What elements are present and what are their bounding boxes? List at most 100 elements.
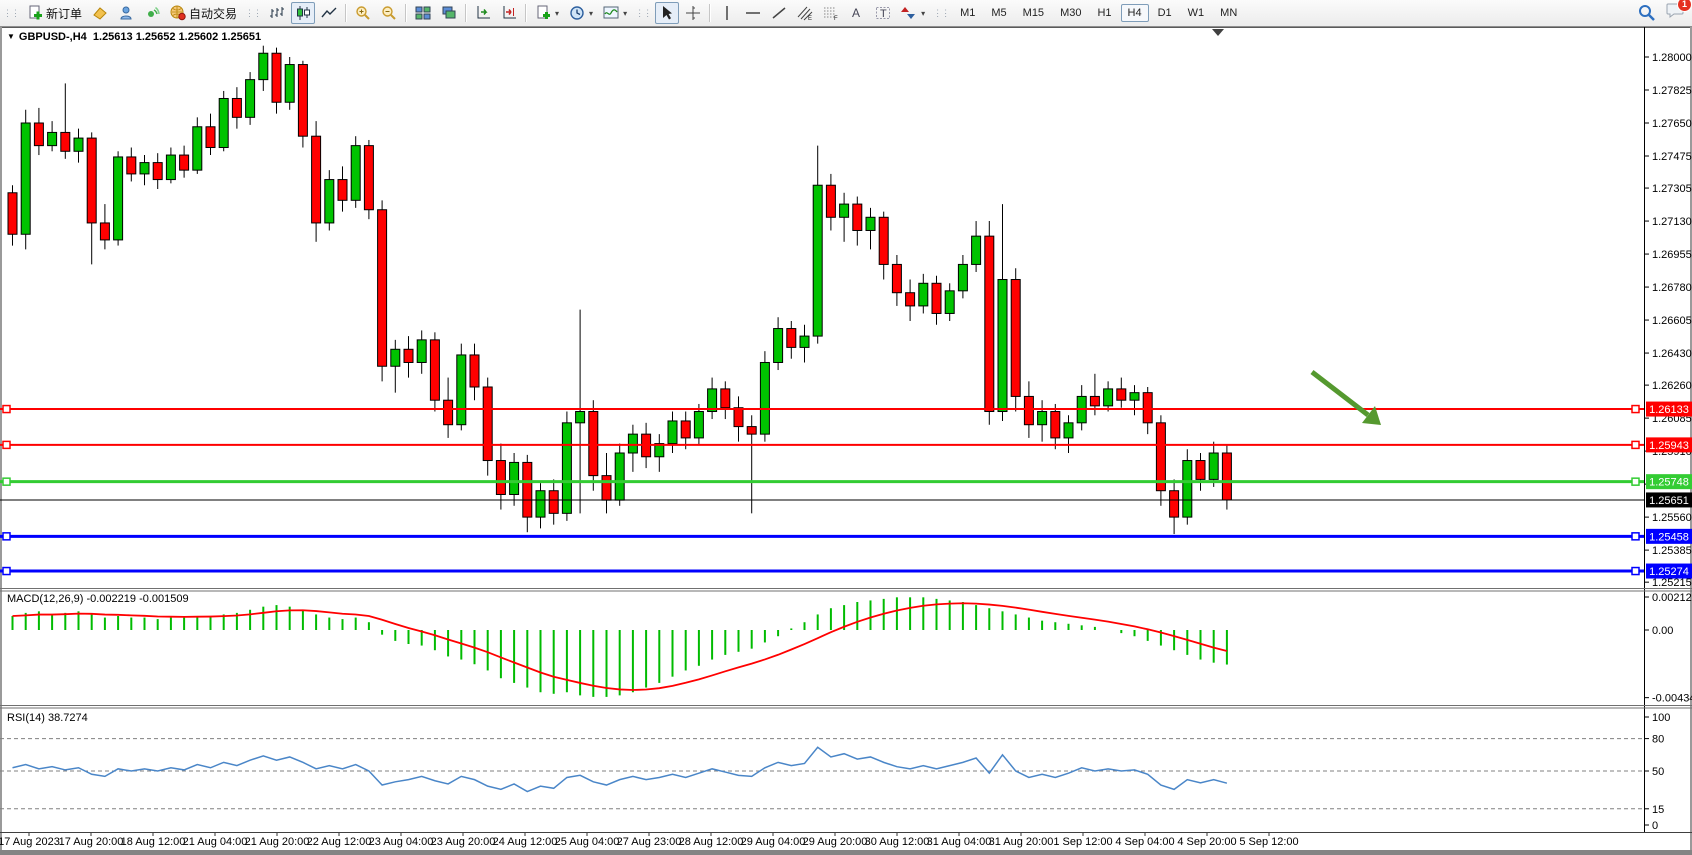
timeframe-h1-button[interactable]: H1 (1090, 4, 1118, 22)
time-axis-label: 31 Aug 20:00 (989, 836, 1054, 848)
fibonacci-icon: F (823, 5, 839, 21)
search-icon[interactable] (1638, 4, 1656, 22)
hline-handle[interactable] (1632, 533, 1639, 540)
price-tick-label: 1.25385 (1652, 545, 1692, 557)
auto-trading-button[interactable]: 自动交易 (166, 2, 241, 24)
chart-symbol-period: GBPUSD-,H4 (19, 31, 87, 43)
tile-windows-button[interactable] (411, 2, 435, 24)
new-order-label: 新订单 (46, 5, 82, 22)
indicators-icon (603, 5, 619, 21)
text-label-tool-button[interactable]: T (871, 2, 895, 24)
arrows-objects-button[interactable]: ▾ (897, 2, 929, 24)
new-order-button[interactable]: 新订单 (23, 2, 86, 24)
timeframe-m1-button[interactable]: M1 (953, 4, 982, 22)
time-axis-label: 17 Aug 2023 (0, 836, 60, 848)
one-click-trading-toggle[interactable]: ▼ (7, 32, 15, 41)
cursor-tool-button[interactable] (655, 2, 679, 24)
zoom-in-button[interactable] (351, 2, 375, 24)
horizontal-line-tool-button[interactable] (741, 2, 765, 24)
indicators-button[interactable]: ▾ (599, 2, 631, 24)
text-tool-icon: A (849, 5, 865, 21)
timeframe-m15-button[interactable]: M15 (1016, 4, 1051, 22)
cascade-windows-button[interactable] (437, 2, 461, 24)
toolbar-grip[interactable]: ⋮⋮ (245, 8, 261, 19)
periods-dropdown-caret[interactable]: ▾ (589, 9, 593, 18)
chart-title: ▼GBPUSD-,H4 1.25613 1.25652 1.25602 1.25… (7, 31, 261, 43)
price-tick-label: 1.27130 (1652, 216, 1692, 228)
chat-notifications-button[interactable]: 1 (1666, 1, 1686, 24)
fibonacci-tool-button[interactable]: F (819, 2, 843, 24)
timeframe-m5-button[interactable]: M5 (984, 4, 1013, 22)
hline-handle[interactable] (1632, 441, 1639, 448)
new-order-icon (27, 5, 43, 21)
auto-trading-icon (170, 5, 186, 21)
chart-shift-button[interactable] (497, 2, 521, 24)
tile-windows-icon (415, 5, 431, 21)
price-flag-label: 1.26133 (1649, 404, 1689, 416)
hline-handle[interactable] (3, 478, 10, 485)
crosshair-tool-button[interactable] (681, 2, 705, 24)
hline-handle[interactable] (3, 406, 10, 413)
profiles-button[interactable] (88, 2, 112, 24)
time-axis-label: 24 Aug 12:00 (493, 836, 558, 848)
timeframe-w1-button[interactable]: W1 (1181, 4, 1212, 22)
time-axis-label: 1 Sep 12:00 (1053, 836, 1112, 848)
time-axis-label: 5 Sep 12:00 (1239, 836, 1298, 848)
templates-icon (535, 5, 551, 21)
toolbar: ⋮⋮ 新订单 (0, 0, 1692, 27)
arrows-dropdown-caret[interactable]: ▾ (921, 9, 925, 18)
macd-axis-label: 0.002121 (1652, 592, 1692, 604)
svg-text:F: F (834, 16, 838, 21)
timeframe-d1-button[interactable]: D1 (1151, 4, 1179, 22)
price-flag-label: 1.25943 (1649, 440, 1689, 452)
bar-chart-mode-button[interactable] (265, 2, 289, 24)
time-axis-label: 22 Aug 12:00 (307, 836, 372, 848)
timeframe-m30-button[interactable]: M30 (1053, 4, 1088, 22)
cursor-icon (659, 5, 675, 21)
templates-button[interactable]: ▾ (531, 2, 563, 24)
time-axis-label: 31 Aug 04:00 (927, 836, 992, 848)
periods-button[interactable]: ▾ (565, 2, 597, 24)
price-tick-label: 1.27825 (1652, 85, 1692, 97)
market-watch-button[interactable] (114, 2, 138, 24)
rsi-axis-label: 80 (1652, 734, 1664, 746)
trendline-tool-button[interactable] (767, 2, 791, 24)
signals-icon (144, 5, 160, 21)
vertical-line-tool-button[interactable] (715, 2, 739, 24)
auto-scroll-button[interactable] (471, 2, 495, 24)
indicators-dropdown-caret[interactable]: ▾ (623, 9, 627, 18)
zoom-in-icon (355, 5, 371, 21)
hline-handle[interactable] (3, 568, 10, 575)
hline-handle[interactable] (1632, 478, 1639, 485)
text-label-icon: T (875, 5, 891, 21)
text-tool-button[interactable]: A (845, 2, 869, 24)
price-tick-label: 1.26955 (1652, 249, 1692, 261)
time-axis[interactable]: 17 Aug 202317 Aug 20:0018 Aug 12:0021 Au… (0, 833, 1299, 848)
line-chart-mode-button[interactable] (317, 2, 341, 24)
time-axis-label: 17 Aug 20:00 (59, 836, 124, 848)
timeframe-mn-button[interactable]: MN (1213, 4, 1244, 22)
chart-canvas[interactable]: 1.280001.278251.276501.274751.273051.271… (0, 0, 1692, 855)
toolbar-grip[interactable]: ⋮⋮ (635, 8, 651, 19)
chat-badge: 1 (1677, 0, 1692, 12)
macd-axis-label: 0.00 (1652, 625, 1673, 637)
hline-handle[interactable] (1632, 568, 1639, 575)
toolbar-grip[interactable]: ⋮⋮ (3, 8, 19, 19)
templates-dropdown-caret[interactable]: ▾ (555, 9, 559, 18)
toolbar-grip[interactable]: ⋮⋮ (933, 8, 949, 19)
zoom-out-button[interactable] (377, 2, 401, 24)
signals-button[interactable] (140, 2, 164, 24)
price-flag-label: 1.25651 (1649, 495, 1689, 507)
timeframe-h4-button[interactable]: H4 (1121, 4, 1149, 22)
time-axis-label: 25 Aug 04:00 (555, 836, 620, 848)
hline-handle[interactable] (3, 533, 10, 540)
macd-axis-label: -0.004348 (1652, 693, 1692, 705)
time-axis-label: 21 Aug 20:00 (245, 836, 310, 848)
rsi-indicator-label: RSI(14) 38.7274 (7, 712, 88, 724)
profiles-icon (92, 5, 108, 21)
horizontal-line-icon (745, 5, 761, 21)
candlestick-mode-button[interactable] (291, 2, 315, 24)
hline-handle[interactable] (1632, 406, 1639, 413)
equidistant-channel-tool-button[interactable]: E (793, 2, 817, 24)
hline-handle[interactable] (3, 441, 10, 448)
